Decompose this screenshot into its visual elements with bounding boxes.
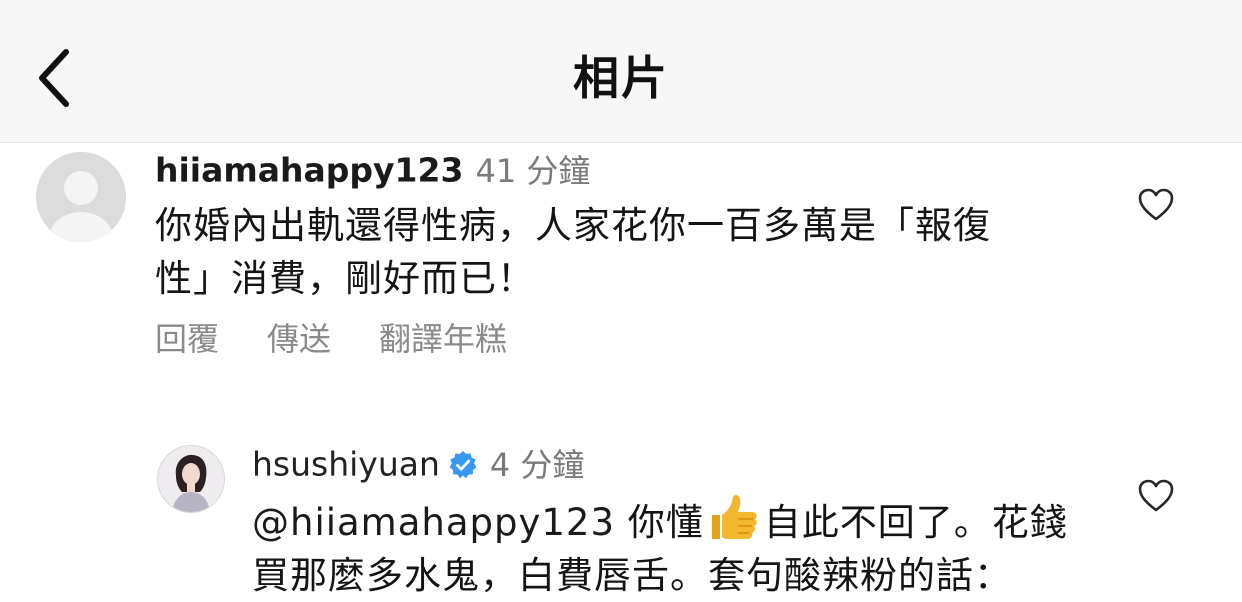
comment-meta: hsushiyuan 4 分鐘 (252, 444, 584, 485)
thumbs-up-emoji-icon (706, 493, 760, 541)
comment-text: 你婚內出軌還得性病，人家花你一百多萬是「報復 性」消費，剛好而已！ (155, 199, 991, 305)
reply-button[interactable]: 回覆 (155, 319, 219, 359)
comment-text-line: 性」消費，剛好而已！ (155, 257, 535, 300)
comment-text-line: 買那麼多水鬼，白費唇舌。套句酸辣粉的話： (252, 554, 1012, 597)
user-photo-avatar-icon (158, 446, 224, 512)
comment-actions: 回覆 傳送 翻譯年糕 (155, 319, 555, 359)
comment-username[interactable]: hiiamahappy123 (155, 151, 463, 190)
comment-username[interactable]: hsushiyuan (252, 445, 440, 484)
top-nav-bar: 相片 (0, 0, 1242, 143)
avatar[interactable] (36, 152, 126, 242)
comment-time: 41 分鐘 (475, 151, 591, 190)
comment-text-segment: 自此不回了。花錢 (763, 501, 1068, 544)
page-title: 相片 (573, 51, 669, 105)
send-button[interactable]: 傳送 (267, 319, 331, 359)
default-user-avatar-icon (36, 152, 126, 242)
comment-text-line: 你婚內出軌還得性病，人家花你一百多萬是「報復 (155, 204, 991, 247)
comment-text: @hiiamahappy123 你懂 自此不回了。花錢 買那麼多水鬼，白費唇舌。… (252, 493, 1068, 602)
like-button[interactable] (1138, 479, 1174, 513)
comment-time: 4 分鐘 (489, 445, 585, 484)
like-button[interactable] (1138, 188, 1174, 222)
comment-text-segment: 你懂 (615, 501, 704, 544)
heart-icon (1138, 188, 1174, 222)
verified-badge-icon (448, 450, 478, 480)
mention-link[interactable]: @hiiamahappy123 (252, 501, 615, 544)
translate-button[interactable]: 翻譯年糕 (379, 319, 507, 359)
heart-icon (1138, 479, 1174, 513)
avatar[interactable] (157, 445, 225, 513)
comment-text-line: @hiiamahappy123 你懂 自此不回了。花錢 (252, 493, 1068, 549)
comment-meta: hiiamahappy123 41 分鐘 (155, 150, 590, 191)
